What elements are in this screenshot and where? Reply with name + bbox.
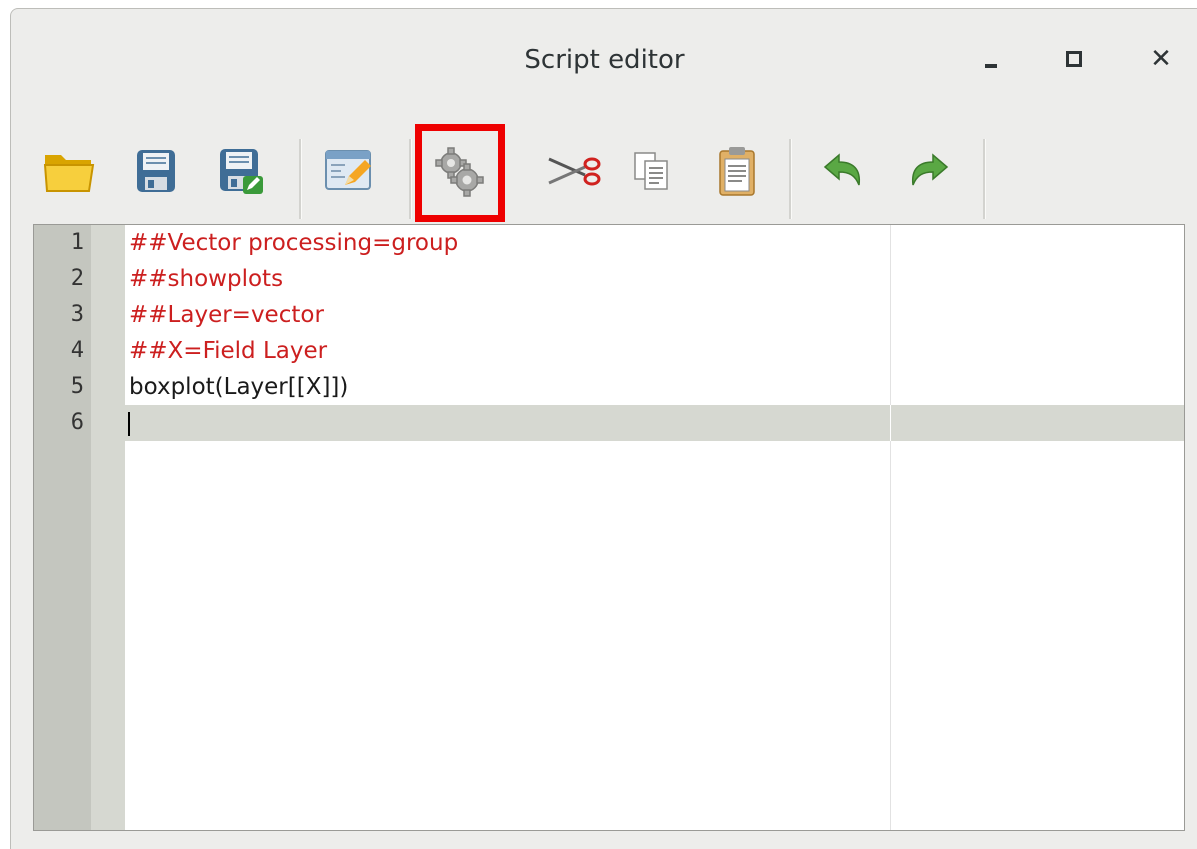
code-editor[interactable]: 1 2 3 4 5 6 ##Vector processing=group ##… bbox=[33, 224, 1185, 831]
maximize-button[interactable] bbox=[1054, 39, 1094, 79]
fold-margin bbox=[91, 225, 125, 830]
code-line[interactable]: boxplot(Layer[[X]]) bbox=[129, 369, 348, 405]
toolbar-separator bbox=[789, 139, 792, 219]
script-editor-window: Script editor ✕ 1 2 3 4 5 6 ##Vector pro… bbox=[10, 8, 1197, 849]
cut-scissors-icon bbox=[548, 157, 601, 186]
edge-guide-line bbox=[890, 225, 891, 830]
copy-icon bbox=[634, 152, 668, 190]
code-line[interactable]: ##X=Field Layer bbox=[129, 333, 327, 369]
cut-button[interactable] bbox=[545, 141, 605, 201]
current-line-highlight bbox=[125, 405, 1184, 441]
window-title: Script editor bbox=[524, 45, 685, 75]
code-line[interactable]: ##Layer=vector bbox=[129, 297, 324, 333]
code-line[interactable]: ##Vector processing=group bbox=[129, 225, 458, 261]
undo-icon bbox=[823, 153, 861, 186]
paste-icon bbox=[719, 147, 755, 196]
redo-button[interactable] bbox=[899, 141, 959, 201]
title-bar: Script editor ✕ bbox=[11, 9, 1197, 109]
paste-button[interactable] bbox=[707, 141, 767, 201]
save-icon bbox=[137, 150, 175, 192]
minimize-icon bbox=[985, 64, 997, 68]
toolbar-separator bbox=[983, 139, 986, 219]
open-folder-icon bbox=[43, 155, 95, 192]
toolbar-separator bbox=[409, 139, 412, 219]
toolbar-separator bbox=[299, 139, 302, 219]
save-as-icon bbox=[220, 149, 263, 194]
redo-icon bbox=[911, 153, 949, 186]
text-cursor bbox=[128, 412, 130, 436]
line-number: 4 bbox=[70, 338, 84, 363]
line-number: 5 bbox=[70, 374, 84, 399]
code-line[interactable]: ##showplots bbox=[129, 261, 283, 297]
maximize-icon bbox=[1066, 51, 1082, 67]
save-button[interactable] bbox=[126, 141, 186, 201]
line-number: 2 bbox=[70, 266, 84, 291]
line-number: 6 bbox=[70, 410, 84, 435]
toolbar bbox=[11, 121, 1197, 222]
line-number: 3 bbox=[70, 302, 84, 327]
close-icon: ✕ bbox=[1150, 44, 1172, 74]
close-button[interactable]: ✕ bbox=[1141, 39, 1181, 79]
edge-guide-line bbox=[890, 405, 891, 441]
copy-button[interactable] bbox=[621, 141, 681, 201]
save-as-button[interactable] bbox=[211, 141, 271, 201]
edit-script-help-icon bbox=[325, 150, 371, 190]
run-button-highlight-box bbox=[415, 124, 505, 222]
minimize-button[interactable] bbox=[971, 39, 1011, 79]
line-number: 1 bbox=[70, 230, 84, 255]
open-script-button[interactable] bbox=[41, 141, 101, 201]
edit-script-help-button[interactable] bbox=[319, 141, 379, 201]
undo-button[interactable] bbox=[813, 141, 873, 201]
